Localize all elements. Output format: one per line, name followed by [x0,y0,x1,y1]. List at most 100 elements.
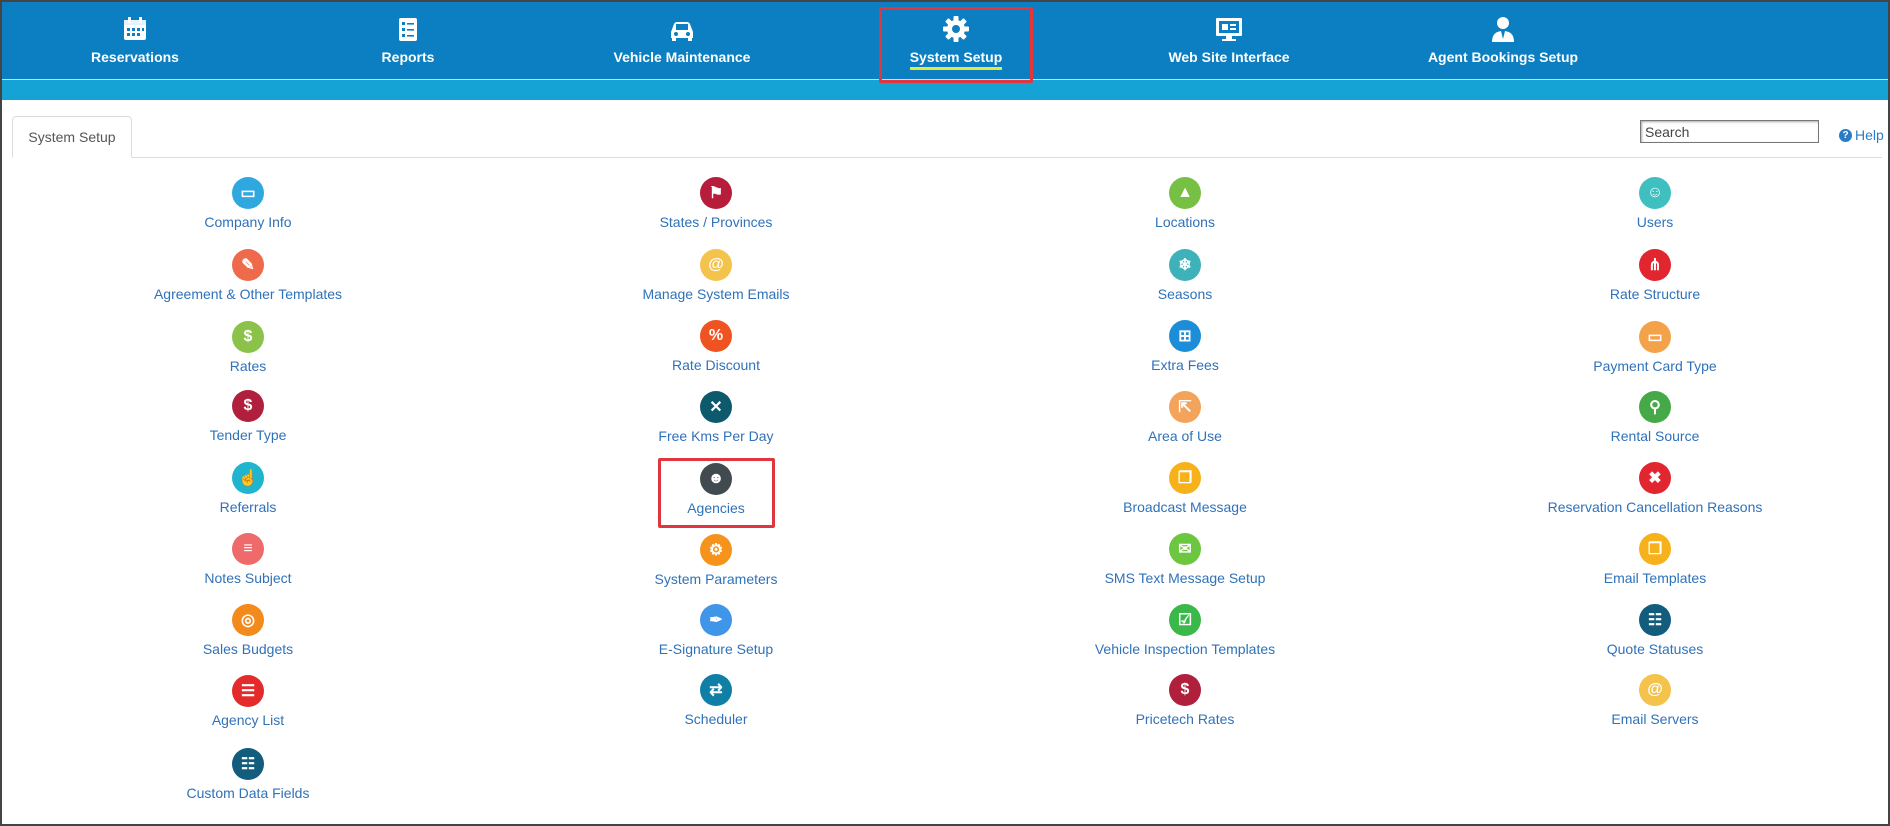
nav-label: Reservations [91,49,179,65]
setup-item-notes-subject[interactable]: ≡ Notes Subject [68,533,428,593]
setup-item-label: Seasons [1157,286,1213,302]
nav-agent-bookings-setup[interactable]: Agent Bookings Setup [1388,2,1618,79]
gears-icon: ⚙ [700,534,732,566]
setup-item-rate-discount[interactable]: % Rate Discount [536,320,896,380]
setup-item-sms-text-message-setup[interactable]: ✉ SMS Text Message Setup [1005,533,1365,593]
nav-vehicle-maintenance[interactable]: Vehicle Maintenance [567,2,797,79]
setup-item-system-parameters[interactable]: ⚙ System Parameters [536,534,896,594]
setup-item-pricetech-rates[interactable]: $ Pricetech Rates [1005,674,1365,734]
nav-system-setup[interactable]: System Setup [841,2,1071,79]
setup-item-agencies[interactable]: ☻ Agencies [536,463,896,523]
setup-item-label: Agreement & Other Templates [153,286,343,302]
users-group-icon: ☺ [1639,177,1671,209]
nav-reports[interactable]: Reports [293,2,523,79]
setup-item-email-templates[interactable]: ❐ Email Templates [1475,533,1835,593]
help-link[interactable]: ? Help [1839,127,1884,143]
setup-item-label: Pricetech Rates [1135,711,1235,727]
setup-item-label: Manage System Emails [642,286,790,302]
copy-windows-icon: ❐ [1639,533,1671,565]
setup-item-label: Custom Data Fields [186,785,310,801]
setup-item-reservation-cancellation-reasons[interactable]: ✖ Reservation Cancellation Reasons [1475,462,1835,522]
setup-item-custom-data-fields[interactable]: ☷ Custom Data Fields [68,748,428,808]
setup-item-rate-structure[interactable]: ⋔ Rate Structure [1475,249,1835,309]
share-nodes-icon: ⋔ [1639,249,1671,281]
flag-icon: ⚑ [700,177,732,209]
nav-label: Reports [381,49,435,65]
nav-label: Web Site Interface [1168,49,1290,65]
setup-item-payment-card-type[interactable]: ▭ Payment Card Type [1475,321,1835,381]
setup-item-referrals[interactable]: ☝ Referrals [68,462,428,522]
setup-item-seasons[interactable]: ❄ Seasons [1005,249,1365,309]
nav-sub-bar [2,79,1888,100]
setup-item-label: Quote Statuses [1606,641,1704,657]
setup-item-label: Payment Card Type [1593,358,1717,374]
help-label: Help [1855,127,1884,143]
setup-item-label: Notes Subject [204,570,292,586]
calendar-icon [120,14,150,44]
grid-fees-icon: ⊞ [1169,320,1201,352]
nav-reservations[interactable]: Reservations [20,2,250,79]
road-crossing-icon: ✕ [700,391,732,423]
setup-item-quote-statuses[interactable]: ☷ Quote Statuses [1475,604,1835,664]
setup-item-label: Reservation Cancellation Reasons [1547,499,1763,515]
snowflake-icon: ❄ [1169,249,1201,281]
search-input[interactable] [1640,120,1819,143]
nav-label: Agent Bookings Setup [1427,49,1579,65]
setup-item-rental-source[interactable]: ⚲ Rental Source [1475,391,1835,451]
setup-item-label: Vehicle Inspection Templates [1094,641,1276,657]
list-bullets-icon: ☷ [1639,604,1671,636]
setup-item-area-of-use[interactable]: ⇱ Area of Use [1005,391,1365,451]
rates-coins-icon: $ [232,321,264,353]
setup-item-users[interactable]: ☺ Users [1475,177,1835,237]
setup-item-sales-budgets[interactable]: ◎ Sales Budgets [68,604,428,664]
gear-icon [941,14,971,44]
percent-icon: % [700,320,732,352]
help-question-icon: ? [1839,128,1852,142]
pen-signature-icon: ✒ [700,604,732,636]
target-icon: ◎ [232,604,264,636]
setup-item-extra-fees[interactable]: ⊞ Extra Fees [1005,320,1365,380]
notes-stack-icon: ≡ [232,533,264,565]
setup-item-rates[interactable]: $ Rates [68,321,428,381]
monitor-icon [1214,14,1244,44]
credit-card-icon: ▭ [1639,321,1671,353]
setup-item-label: Rate Discount [672,357,760,373]
sms-bubble-icon: ✉ [1169,533,1201,565]
setup-item-label: Rates [229,358,267,374]
car-scheduler-icon: ⇄ [700,674,732,706]
setup-item-states-provinces[interactable]: ⚑ States / Provinces [536,177,896,237]
setup-item-manage-system-emails[interactable]: @ Manage System Emails [536,249,896,309]
setup-item-locations[interactable]: ▲ Locations [1005,177,1365,237]
setup-item-company-info[interactable]: ▭ Company Info [68,177,428,237]
setup-item-e-signature-setup[interactable]: ✒ E-Signature Setup [536,604,896,664]
setup-item-tender-type[interactable]: $ Tender Type [68,390,428,450]
setup-item-label: SMS Text Message Setup [1104,570,1266,586]
setup-item-label: Tender Type [209,427,287,443]
setup-item-email-servers[interactable]: @ Email Servers [1475,674,1835,734]
setup-item-vehicle-inspection-templates[interactable]: ☑ Vehicle Inspection Templates [1005,604,1365,664]
setup-item-agency-list[interactable]: ☰ Agency List [68,675,428,735]
setup-item-label: Referrals [219,499,277,515]
hand-referral-icon: ☝ [232,462,264,494]
copy-windows-icon: ❐ [1169,462,1201,494]
setup-item-label: Scheduler [684,711,748,727]
clipboard-check-icon: ☑ [1169,604,1201,636]
setup-item-free-kms-per-day[interactable]: ✕ Free Kms Per Day [536,391,896,451]
money-bag-icon: $ [1169,674,1201,706]
setup-item-broadcast-message[interactable]: ❐ Broadcast Message [1005,462,1365,522]
setup-item-agreement-other-templates[interactable]: ✎ Agreement & Other Templates [68,249,428,309]
nav-web-site-interface[interactable]: Web Site Interface [1114,2,1344,79]
setup-item-label: E-Signature Setup [658,641,774,657]
signpost-icon: ⇱ [1169,391,1201,423]
setup-item-label: System Parameters [654,571,778,587]
list-bullets-icon: ☷ [232,748,264,780]
agent-user-icon [1488,14,1518,44]
setup-item-label: Users [1636,214,1674,230]
setup-item-label: Sales Budgets [202,641,294,657]
setup-item-label: Free Kms Per Day [658,428,774,444]
money-bag-icon: $ [232,390,264,422]
car-icon [667,14,697,44]
setup-item-scheduler[interactable]: ⇄ Scheduler [536,674,896,734]
tab-system-setup[interactable]: System Setup [12,116,132,158]
nav-label: System Setup [909,49,1003,70]
